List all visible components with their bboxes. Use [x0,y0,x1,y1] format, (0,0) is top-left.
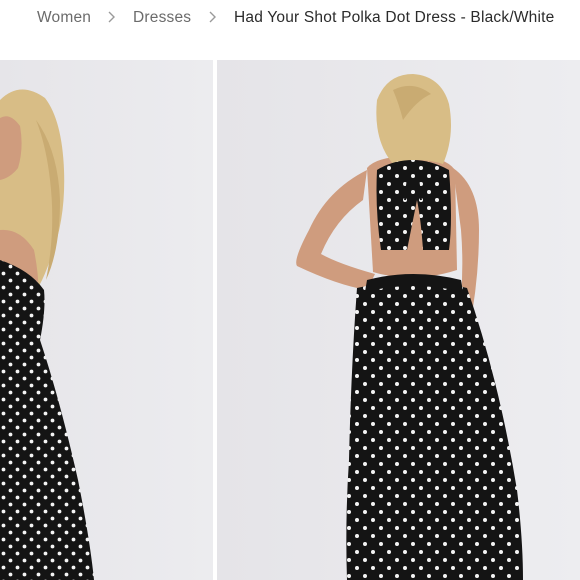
product-photo-side-view[interactable] [0,60,213,580]
chevron-right-icon [107,11,116,23]
product-photo-back-view[interactable] [217,60,580,580]
breadcrumb-link-women[interactable]: Women [37,9,91,27]
breadcrumb-current-product: Had Your Shot Polka Dot Dress - Black/Wh… [234,9,555,26]
chevron-right-icon [208,11,217,23]
breadcrumb-link-dresses[interactable]: Dresses [133,9,191,27]
breadcrumb: Women Dresses Had Your Shot Polka Dot Dr… [0,0,580,36]
product-image-gallery [0,60,580,580]
